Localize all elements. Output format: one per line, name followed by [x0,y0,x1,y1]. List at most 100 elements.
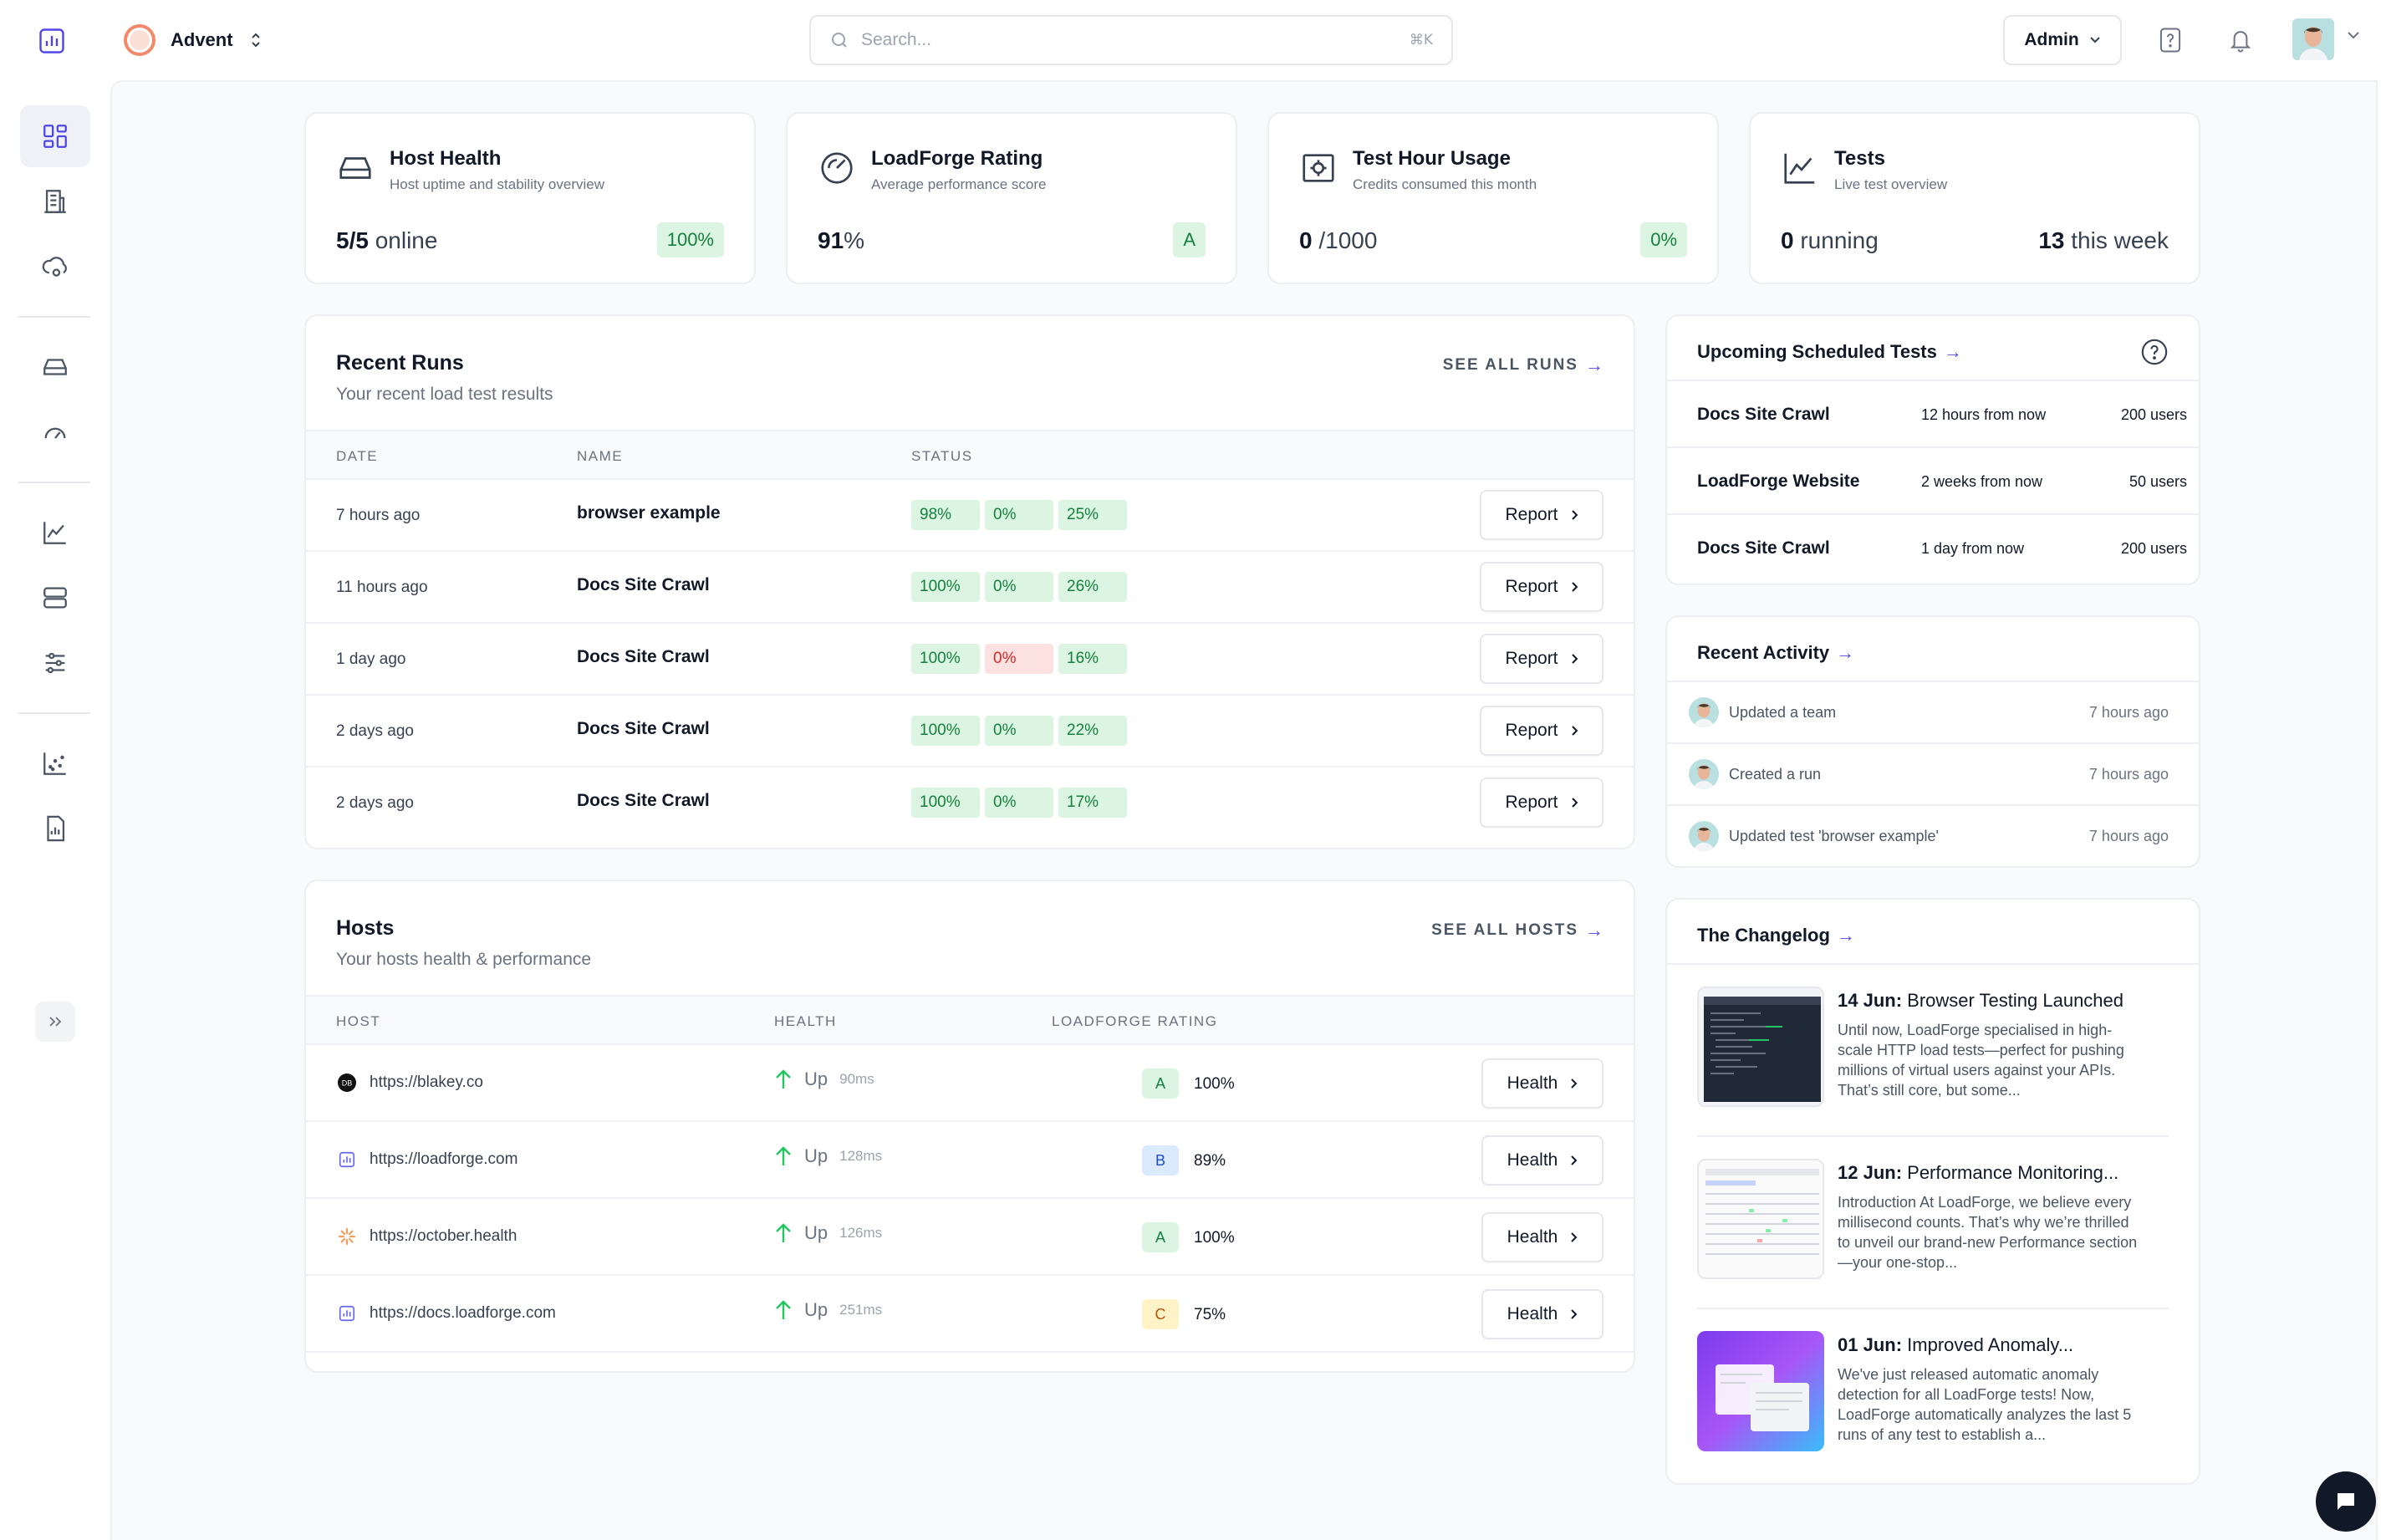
changelog-divider [1697,1135,2169,1137]
sidebar-divider [18,316,90,318]
report-button[interactable]: Report [1480,634,1603,684]
changelog-item[interactable]: 12 Jun: Performance Monitoring... Introd… [1697,1159,2169,1293]
report-button[interactable]: Report [1480,778,1603,828]
rating-percent: 89% [1194,1152,1226,1170]
report-button[interactable]: Report [1480,706,1603,756]
table-row: https://october.health Up 126ms A 100% H… [306,1199,1634,1276]
server-stack-icon[interactable] [20,567,90,629]
health-button[interactable]: Health [1481,1058,1603,1109]
scheduled-name: Docs Site Crawl [1697,405,1830,424]
stat-right-strong: 13 [2038,227,2065,253]
host-cell[interactable]: https://docs.loadforge.com [336,1303,556,1324]
cloud-gear-icon[interactable] [20,236,90,298]
scheduled-row[interactable]: LoadForge Website 2 weeks from now 50 us… [1667,446,2199,513]
column-header: NAME [577,448,624,464]
line-chart-icon[interactable] [20,502,90,563]
host-cell[interactable]: https://loadforge.com [336,1149,517,1170]
grade-badge: A [1142,1068,1179,1099]
changelog-date: 12 Jun: [1838,1162,1903,1183]
run-name[interactable]: browser example [577,503,721,523]
table-row: 1 day ago Docs Site Crawl 100% 0% 16% Re… [306,624,1634,696]
changelog-item[interactable]: 14 Jun: Browser Testing Launched Until n… [1697,987,2169,1120]
chart-logo-icon[interactable] [33,23,70,59]
health-button[interactable]: Health [1481,1289,1603,1339]
report-button[interactable]: Report [1480,562,1603,612]
hosts-card: Hosts Your hosts health & performance SE… [304,880,1635,1373]
main-content: Host Health Host uptime and stability ov… [110,80,2378,1540]
see-all-runs-link[interactable]: SEE ALL RUNS → [1443,354,1603,376]
panel-title: Recent Activity [1697,642,1830,663]
run-name[interactable]: Docs Site Crawl [577,575,710,595]
sliders-icon[interactable] [20,632,90,694]
changelog-link[interactable]: The Changelog → [1697,925,1855,946]
stat-title: Host Health [390,147,502,170]
server-drive-icon[interactable] [20,336,90,398]
stat-value-rest: online [368,227,438,253]
recent-activity-link[interactable]: Recent Activity → [1697,642,1854,664]
health-status: Up 126ms [774,1222,882,1244]
gauge-icon [818,149,856,187]
avatar [1689,821,1719,851]
scatter-icon[interactable] [20,732,90,794]
admin-dropdown[interactable]: Admin [2003,15,2122,65]
run-date: 2 days ago [336,794,414,812]
chevron-right-icon [1571,510,1578,520]
chevron-updown-icon [251,33,260,48]
status-pill: 22% [1058,716,1127,746]
expand-sidebar-button[interactable] [35,1002,75,1042]
report-button[interactable]: Report [1480,490,1603,540]
stat-subtitle: Host uptime and stability overview [390,176,605,192]
scheduled-tests-link[interactable]: Upcoming Scheduled Tests → [1697,341,1962,363]
health-text: Up [804,1222,828,1243]
activity-time: 7 hours ago [2088,828,2169,844]
chevron-right-icon [1571,582,1578,592]
scheduled-row[interactable]: Docs Site Crawl 12 hours from now 200 us… [1667,380,2199,446]
user-avatar[interactable] [2292,18,2334,60]
org-switcher[interactable]: Advent [124,23,263,57]
see-all-label: SEE ALL HOSTS [1431,921,1578,939]
stat-value: 0 running [1781,227,1879,254]
screen-gear-icon [1299,149,1338,187]
chat-launcher-button[interactable] [2316,1471,2376,1532]
changelog-date: 01 Jun: [1838,1334,1903,1355]
chevron-right-icon [1571,798,1578,808]
changelog-title: 14 Jun: Browser Testing Launched [1838,990,2123,1012]
column-header: HOST [336,1013,381,1029]
health-text: Up [804,1299,828,1320]
run-name[interactable]: Docs Site Crawl [577,719,710,739]
report-icon[interactable] [20,798,90,859]
health-button-label: Health [1507,1073,1558,1093]
stat-badge: 100% [656,222,724,258]
changelog-item[interactable]: 01 Jun: Improved Anomaly... We've just r… [1697,1331,2169,1465]
search-input[interactable] [861,30,1398,50]
chevron-down-icon[interactable] [2346,30,2361,40]
scheduled-row[interactable]: Docs Site Crawl 1 day from now 200 users [1667,513,2199,580]
table-row: https://docs.loadforge.com Up 251ms C 75… [306,1276,1634,1353]
search-box[interactable]: ⌘K [809,15,1453,65]
gauge-icon[interactable] [20,401,90,463]
host-cell[interactable]: DB https://blakey.co [336,1072,483,1094]
host-cell[interactable]: https://october.health [336,1226,517,1247]
bell-icon[interactable] [2224,23,2257,57]
panel-divider [1667,963,2199,965]
column-header: STATUS [911,448,973,464]
stat-value: 5/5 online [336,227,437,254]
blakey-favicon-icon: DB [336,1072,358,1094]
help-icon[interactable] [2154,23,2187,57]
scheduled-name: LoadForge Website [1697,472,1860,491]
status-pill: 100% [911,788,980,818]
stat-card-tests: Tests Live test overview 0 running 13 th… [1749,112,2200,284]
chevron-right-icon [1571,1079,1578,1089]
see-all-hosts-link[interactable]: SEE ALL HOSTS → [1431,920,1603,941]
response-time: 90ms [839,1071,874,1087]
run-name[interactable]: Docs Site Crawl [577,791,710,811]
help-circle-icon[interactable] [2140,338,2169,366]
changelog-heading: Performance Monitoring... [1902,1162,2119,1183]
building-icon[interactable] [20,171,90,232]
chevron-right-icon [1571,654,1578,664]
run-name[interactable]: Docs Site Crawl [577,647,710,667]
arrow-right-icon: → [1836,642,1855,663]
dashboard-icon[interactable] [20,105,90,167]
health-button[interactable]: Health [1481,1212,1603,1262]
health-button[interactable]: Health [1481,1135,1603,1186]
